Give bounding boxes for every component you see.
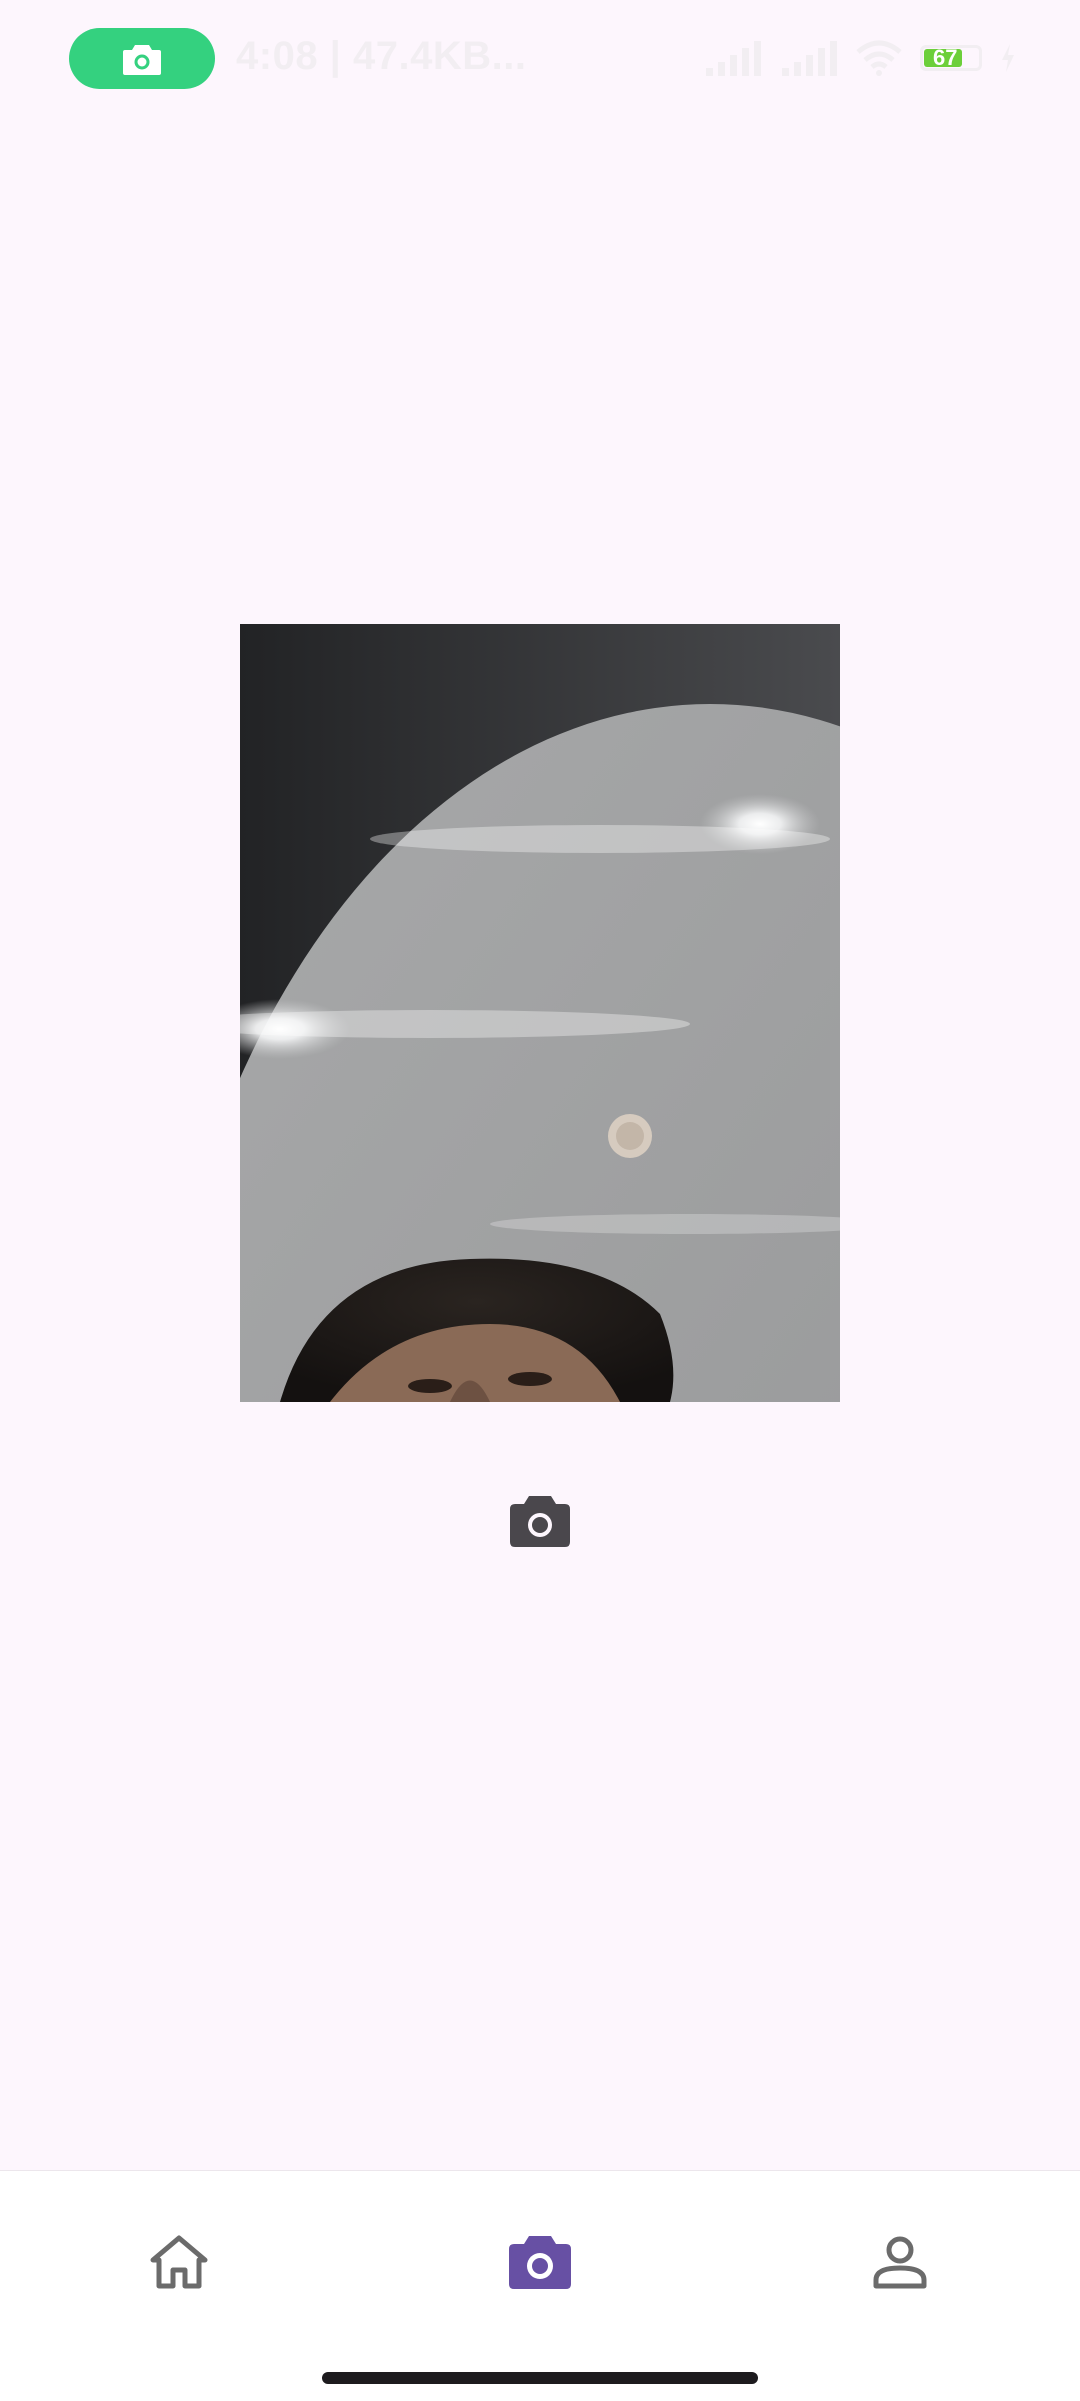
- charging-icon: [1002, 44, 1014, 72]
- status-bar: 4:08 | 47.4KB... 67: [0, 0, 1080, 120]
- screen-recording-pill[interactable]: [69, 28, 215, 89]
- home-icon: [150, 2235, 208, 2289]
- gesture-home-indicator[interactable]: [322, 2372, 758, 2384]
- photo-image: [240, 624, 840, 1402]
- camera-icon: [510, 1496, 570, 1547]
- camera-icon: [509, 2236, 571, 2289]
- battery-level: 67: [933, 45, 958, 70]
- status-info-text: 4:08 | 47.4KB...: [236, 34, 527, 78]
- status-icons: 67: [704, 34, 1016, 82]
- bottom-navigation: [0, 2170, 1080, 2401]
- capture-photo-button[interactable]: [500, 1486, 580, 1556]
- signal-icon: [706, 41, 761, 76]
- battery-indicator: 67: [920, 45, 982, 71]
- camera-icon: [123, 44, 161, 75]
- nav-profile-button[interactable]: [845, 2217, 955, 2307]
- nav-home-button[interactable]: [124, 2217, 234, 2307]
- nav-camera-button[interactable]: [485, 2217, 595, 2307]
- signal-icon: [782, 41, 837, 76]
- captured-photo: [240, 624, 840, 1402]
- person-icon: [873, 2236, 927, 2289]
- wifi-icon: [856, 40, 902, 76]
